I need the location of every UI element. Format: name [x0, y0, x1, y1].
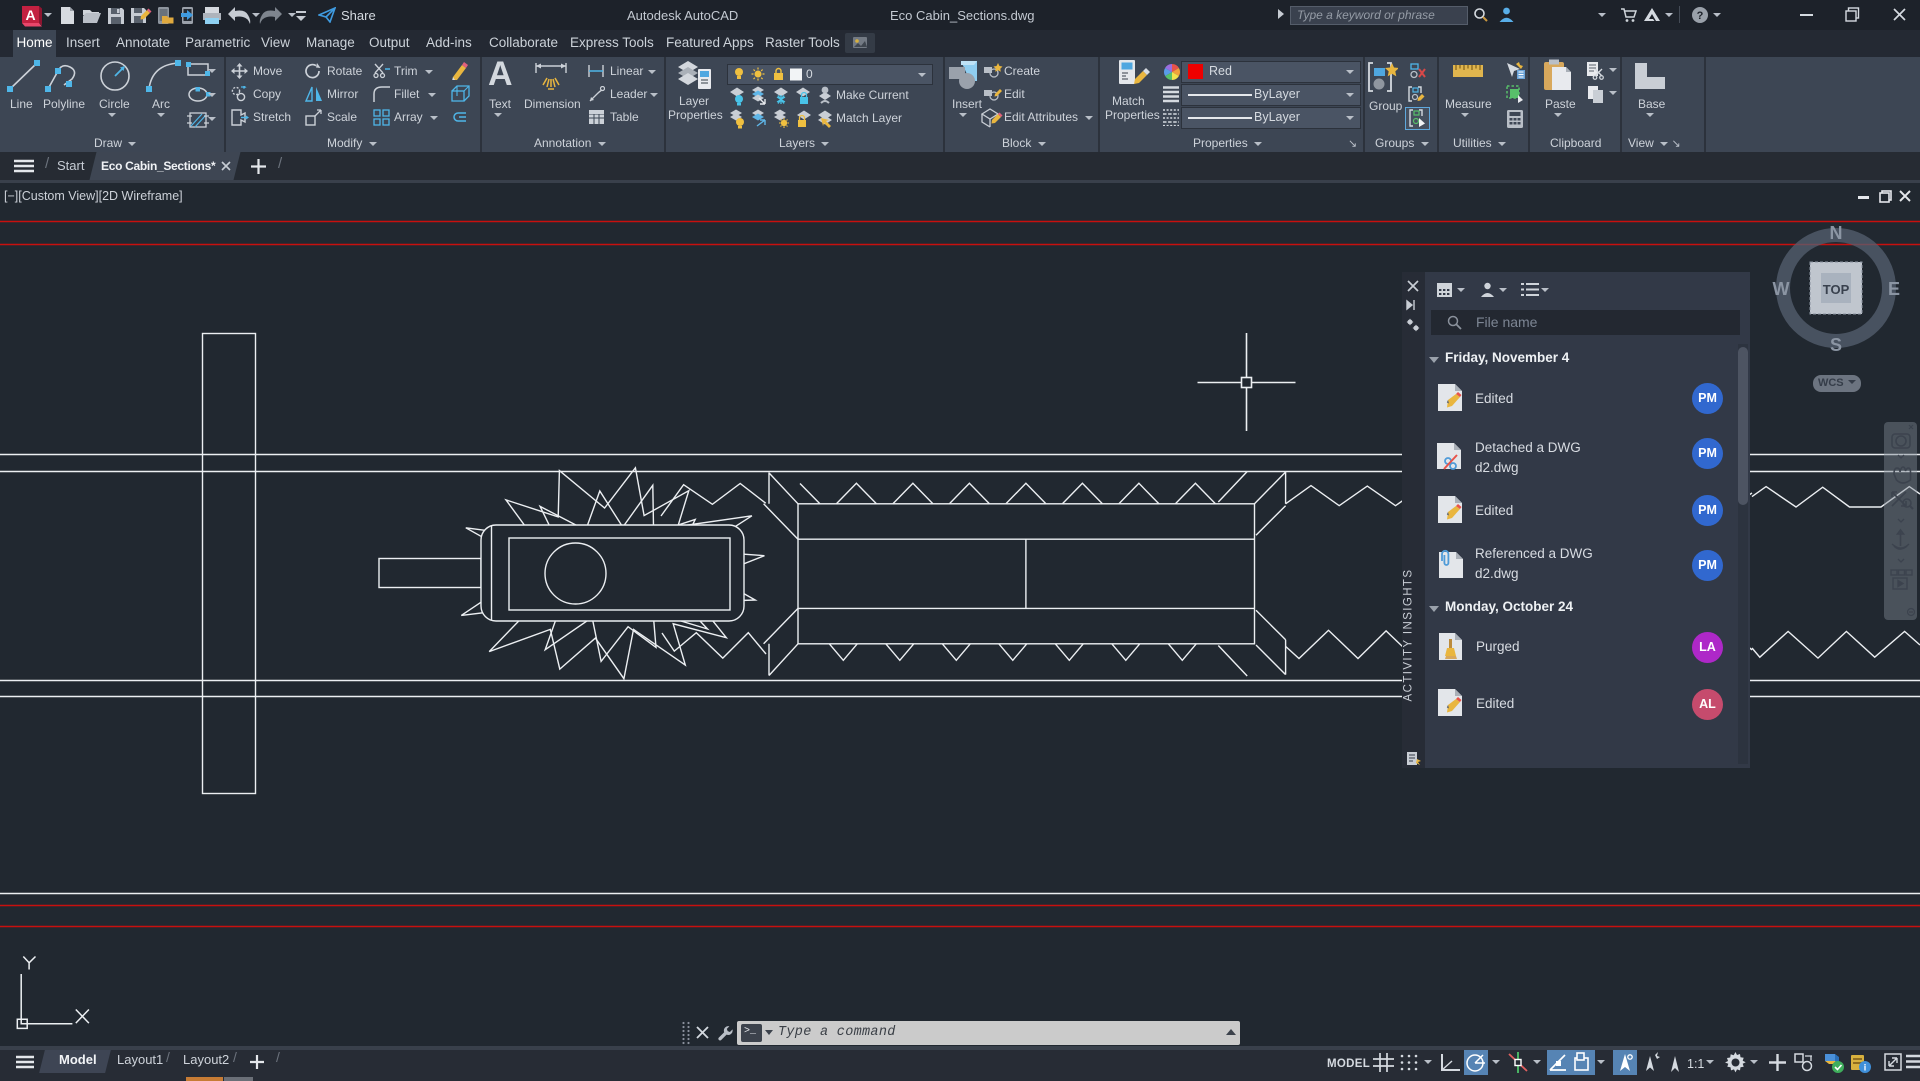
svg-text:?: ? — [1697, 10, 1704, 22]
svg-text:TOP: TOP — [1823, 282, 1850, 297]
svg-text:S: S — [1830, 335, 1842, 355]
svg-text:A: A — [25, 7, 35, 23]
svg-text:W: W — [1773, 279, 1790, 299]
svg-text:N: N — [1830, 223, 1843, 243]
svg-text:i: i — [1864, 1063, 1867, 1073]
svg-text:E: E — [1888, 279, 1900, 299]
